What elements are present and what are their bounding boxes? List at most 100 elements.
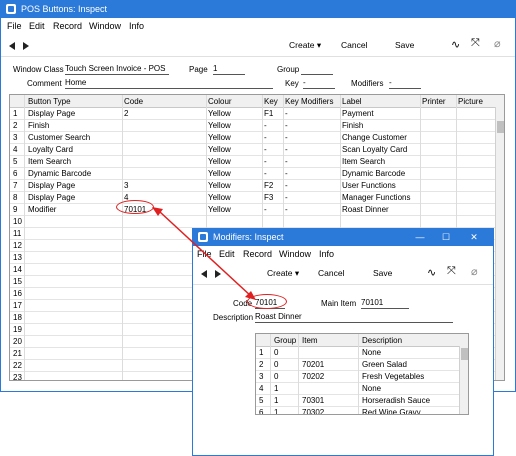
cell-type[interactable]: Finish xyxy=(28,121,49,130)
menu-file[interactable]: File xyxy=(7,21,22,31)
cell-mod[interactable]: - xyxy=(285,169,288,178)
scrollbar-thumb[interactable] xyxy=(497,121,504,133)
menu-edit[interactable]: Edit xyxy=(29,21,45,31)
cell-group[interactable]: 0 xyxy=(274,360,278,369)
col-code[interactable]: Code xyxy=(124,97,143,106)
cell-mod[interactable]: - xyxy=(285,193,288,202)
col-label[interactable]: Label xyxy=(342,97,362,106)
menu-info[interactable]: Info xyxy=(129,21,144,31)
cell-key[interactable]: - xyxy=(264,133,267,142)
key-field[interactable]: - xyxy=(303,78,335,89)
cell-key[interactable]: - xyxy=(264,205,267,214)
expand-icon[interactable]: ⤧ xyxy=(447,265,456,278)
cell-item[interactable]: 70302 xyxy=(302,408,324,414)
next-record-icon[interactable] xyxy=(215,270,221,278)
maximize-icon[interactable]: ☐ xyxy=(439,231,453,244)
cell-item[interactable]: 70301 xyxy=(302,396,324,405)
cell-type[interactable]: Modifier xyxy=(28,205,56,214)
cell-type[interactable]: Display Page xyxy=(28,109,75,118)
cell-code[interactable]: 3 xyxy=(124,181,128,190)
col-description[interactable]: Description xyxy=(362,336,402,345)
cell-mod[interactable]: - xyxy=(285,205,288,214)
activity-icon[interactable]: ∿ xyxy=(451,38,460,51)
cell-mod[interactable]: - xyxy=(285,133,288,142)
cell-colour[interactable]: Yellow xyxy=(208,145,231,154)
cell-colour[interactable]: Yellow xyxy=(208,121,231,130)
cell-colour[interactable]: Yellow xyxy=(208,133,231,142)
menu-edit[interactable]: Edit xyxy=(219,249,235,259)
cell-label[interactable]: Payment xyxy=(342,109,374,118)
cell-item[interactable]: 70201 xyxy=(302,360,324,369)
cell-type[interactable]: Loyalty Card xyxy=(28,145,73,154)
cancel-button[interactable]: Cancel xyxy=(318,268,344,278)
menu-record[interactable]: Record xyxy=(53,21,82,31)
cell-label[interactable]: Change Customer xyxy=(342,133,407,142)
cell-mod[interactable]: - xyxy=(285,121,288,130)
cell-colour[interactable]: Yellow xyxy=(208,169,231,178)
cell-desc[interactable]: Green Salad xyxy=(362,360,407,369)
col-group[interactable]: Group xyxy=(274,336,296,345)
cell-key[interactable]: - xyxy=(264,157,267,166)
col-item[interactable]: Item xyxy=(302,336,318,345)
modifiers-field[interactable]: - xyxy=(389,78,421,89)
create-button[interactable]: Create ▾ xyxy=(267,268,299,279)
cell-colour[interactable]: Yellow xyxy=(208,193,231,202)
comment-field[interactable]: Home xyxy=(65,78,273,89)
previous-record-icon[interactable] xyxy=(9,42,15,50)
description-field[interactable]: Roast Dinner xyxy=(255,312,453,323)
cell-type[interactable]: Item Search xyxy=(28,157,71,166)
cell-mod[interactable]: - xyxy=(285,157,288,166)
cell-type[interactable]: Display Page xyxy=(28,193,75,202)
main-item-field[interactable]: 70101 xyxy=(361,298,409,309)
cell-key[interactable]: - xyxy=(264,145,267,154)
menu-window[interactable]: Window xyxy=(279,249,311,259)
page-field[interactable]: 1 xyxy=(213,64,245,75)
group-field[interactable] xyxy=(301,64,333,75)
next-record-icon[interactable] xyxy=(23,42,29,50)
table-scrollbar[interactable] xyxy=(495,107,504,380)
cell-label[interactable]: Dynamic Barcode xyxy=(342,169,405,178)
cell-mod[interactable]: - xyxy=(285,109,288,118)
cell-desc[interactable]: Fresh Vegetables xyxy=(362,372,424,381)
cell-key[interactable]: - xyxy=(264,121,267,130)
col-colour[interactable]: Colour xyxy=(208,97,232,106)
expand-icon[interactable]: ⤧ xyxy=(471,37,480,50)
cell-key[interactable]: F3 xyxy=(264,193,273,202)
attachment-icon[interactable]: ⌀ xyxy=(494,37,501,50)
cell-group[interactable]: 1 xyxy=(274,384,278,393)
cell-type[interactable]: Display Page xyxy=(28,181,75,190)
cell-key[interactable]: - xyxy=(264,169,267,178)
cell-key[interactable]: F1 xyxy=(264,109,273,118)
cell-label[interactable]: Item Search xyxy=(342,157,385,166)
cell-type[interactable]: Dynamic Barcode xyxy=(28,169,91,178)
save-button[interactable]: Save xyxy=(395,40,414,50)
minimize-icon[interactable]: — xyxy=(413,231,427,244)
table-row[interactable]: 6 1 70302 Red Wine Gravy xyxy=(256,406,468,414)
activity-icon[interactable]: ∿ xyxy=(427,266,436,279)
cell-group[interactable]: 0 xyxy=(274,348,278,357)
menu-file[interactable]: File xyxy=(197,249,212,259)
cell-item[interactable]: 70202 xyxy=(302,372,324,381)
cell-label[interactable]: Manager Functions xyxy=(342,193,410,202)
save-button[interactable]: Save xyxy=(373,268,392,278)
title-bar[interactable]: Modifiers: Inspect — ☐ ✕ xyxy=(193,229,493,246)
cell-group[interactable]: 1 xyxy=(274,396,278,405)
table-scrollbar[interactable] xyxy=(459,346,468,414)
cell-label[interactable]: Finish xyxy=(342,121,363,130)
cell-group[interactable]: 1 xyxy=(274,408,278,414)
attachment-icon[interactable]: ⌀ xyxy=(471,265,478,278)
cell-mod[interactable]: - xyxy=(285,181,288,190)
cell-mod[interactable]: - xyxy=(285,145,288,154)
col-key-modifiers[interactable]: Key Modifiers xyxy=(285,97,333,106)
menu-info[interactable]: Info xyxy=(319,249,334,259)
cell-key[interactable]: F2 xyxy=(264,181,273,190)
cell-label[interactable]: Roast Dinner xyxy=(342,205,389,214)
col-key[interactable]: Key xyxy=(264,97,278,106)
create-button[interactable]: Create ▾ xyxy=(289,40,321,51)
cell-colour[interactable]: Yellow xyxy=(208,157,231,166)
cell-group[interactable]: 0 xyxy=(274,372,278,381)
menu-record[interactable]: Record xyxy=(243,249,272,259)
cell-type[interactable]: Customer Search xyxy=(28,133,90,142)
col-printer[interactable]: Printer xyxy=(422,97,446,106)
cell-colour[interactable]: Yellow xyxy=(208,181,231,190)
